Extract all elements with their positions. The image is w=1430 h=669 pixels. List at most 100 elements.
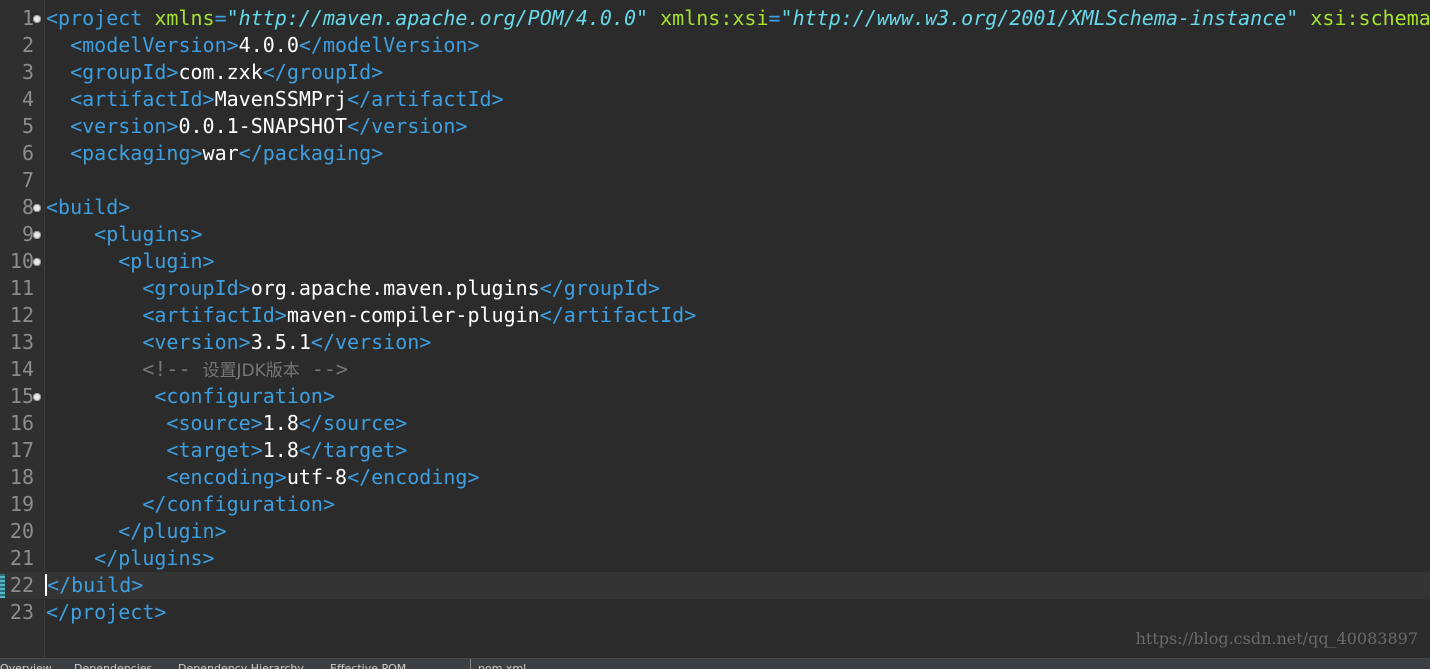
code-line[interactable]: 15 <configuration>: [0, 383, 1430, 410]
line-source: <encoding>utf-8</encoding>: [46, 464, 480, 491]
line-number: 19: [9, 492, 34, 516]
code-line[interactable]: 11 <groupId>org.apache.maven.plugins</gr…: [0, 275, 1430, 302]
line-source: <artifactId>maven-compiler-plugin</artif…: [46, 302, 696, 329]
token-cmt-cjk: 设置JDK版本: [202, 361, 300, 381]
line-number: 17: [9, 438, 34, 462]
token-tag: <modelVersion>: [70, 33, 239, 57]
line-number: 2: [21, 33, 34, 57]
code-line[interactable]: 3 <groupId>com.zxk</groupId>: [0, 59, 1430, 86]
token-tag: </artifactId>: [539, 303, 697, 327]
code-line[interactable]: 10 <plugin>: [0, 248, 1430, 275]
token-tag: <encoding>: [166, 465, 287, 489]
fold-toggle-icon[interactable]: [33, 393, 41, 401]
token-tag: <packaging>: [70, 141, 203, 165]
line-number: 4: [21, 87, 34, 111]
line-number: 7: [21, 168, 34, 192]
code-line[interactable]: 17 <target>1.8</target>: [0, 437, 1430, 464]
code-line[interactable]: 7: [0, 167, 1430, 194]
token-tag: <groupId>: [142, 276, 251, 300]
line-source: <version>3.5.1</version>: [46, 329, 431, 356]
token-tag: <configuration>: [154, 384, 335, 408]
token-tag: </modelVersion>: [298, 33, 480, 57]
code-line[interactable]: 14 <!-- 设置JDK版本 -->: [0, 356, 1430, 383]
line-source: </plugins>: [46, 545, 214, 572]
token-txt: com.zxk: [178, 60, 263, 84]
code-line[interactable]: 8 <build>: [0, 194, 1430, 221]
token-tag: </project>: [46, 600, 167, 624]
code-line[interactable]: 19 </configuration>: [0, 491, 1430, 518]
code-line[interactable]: 13 <version>3.5.1</version>: [0, 329, 1430, 356]
code-editor[interactable]: 1 <project xmlns="http://maven.apache.org…: [0, 0, 1430, 658]
token-tag: =: [768, 6, 781, 30]
line-number: 5: [21, 114, 34, 138]
line-number: 6: [21, 141, 34, 165]
line-number: 1: [21, 6, 34, 30]
token-tag: <plugin>: [118, 249, 215, 273]
line-source: </project>: [46, 599, 166, 626]
fold-toggle-icon[interactable]: [33, 15, 41, 23]
line-number: 15: [9, 384, 34, 408]
watermark: https://blog.csdn.net/qq_40083897: [1135, 629, 1418, 648]
code-line[interactable]: 16 <source>1.8</source>: [0, 410, 1430, 437]
token-val: "http://www.w3.org/2001/XMLSchema-instan…: [780, 6, 1299, 30]
fold-toggle-icon[interactable]: [33, 231, 41, 239]
fold-toggle-icon[interactable]: [33, 258, 41, 266]
token-tag: </source>: [298, 411, 408, 435]
line-number: 3: [21, 60, 34, 84]
editor-bottom-tabs: Overview Dependencies Dependency Hierarc…: [0, 658, 1430, 669]
line-source: <configuration>: [46, 383, 335, 410]
code-line[interactable]: 21 </plugins>: [0, 545, 1430, 572]
line-number: 9: [21, 222, 34, 246]
token-tag: <version>: [70, 114, 179, 138]
code-line[interactable]: 9 <plugins>: [0, 221, 1430, 248]
line-number: 16: [9, 411, 34, 435]
token-attr: xmlns: [154, 6, 215, 30]
line-source: <version>0.0.1-SNAPSHOT</version>: [46, 113, 467, 140]
token-tag: </plugin>: [118, 519, 227, 543]
line-source: <groupId>org.apache.maven.plugins</group…: [46, 275, 660, 302]
line-number: 14: [9, 357, 34, 381]
token-attr: xmlns:xsi: [660, 6, 769, 30]
code-line[interactable]: 18 <encoding>utf-8</encoding>: [0, 464, 1430, 491]
code-line[interactable]: 23 </project>: [0, 599, 1430, 626]
code-line[interactable]: 22 </build>: [0, 572, 1430, 599]
token-tag: <build>: [46, 195, 131, 219]
line-source: <target>1.8</target>: [46, 437, 407, 464]
code-line[interactable]: 5 <version>0.0.1-SNAPSHOT</version>: [0, 113, 1430, 140]
code-line[interactable]: 2 <modelVersion>4.0.0</modelVersion>: [0, 32, 1430, 59]
code-line[interactable]: 20 </plugin>: [0, 518, 1430, 545]
line-source: <build>: [46, 194, 130, 221]
line-source: <plugin>: [46, 248, 215, 275]
code-line[interactable]: 1 <project xmlns="http://maven.apache.org…: [0, 5, 1430, 32]
code-line[interactable]: 6 <packaging>war</packaging>: [0, 140, 1430, 167]
token-attr: xsi:schemaLocation: [1310, 6, 1430, 30]
token-tag: <plugins>: [94, 222, 203, 246]
token-cmt: <!--: [142, 357, 203, 381]
code-line[interactable]: 4 <artifactId>MavenSSMPrj</artifactId>: [0, 86, 1430, 113]
token-tag: </version>: [310, 330, 432, 354]
line-source: <source>1.8</source>: [46, 410, 407, 437]
token-txt: 1.8: [262, 411, 299, 435]
token-tag: </packaging>: [238, 141, 384, 165]
line-source: <artifactId>MavenSSMPrj</artifactId>: [46, 86, 504, 113]
line-number: 11: [9, 276, 34, 300]
token-tag: <project: [46, 6, 155, 30]
token-tag: </configuration>: [142, 492, 335, 516]
line-number: 12: [9, 303, 34, 327]
fold-toggle-icon[interactable]: [33, 204, 41, 212]
line-number: 18: [9, 465, 34, 489]
token-tag: <artifactId>: [142, 303, 287, 327]
line-source: </plugin>: [46, 518, 227, 545]
token-tag: </encoding>: [347, 465, 480, 489]
token-txt: 4.0.0: [238, 33, 299, 57]
token-tag: </target>: [298, 438, 408, 462]
code-line[interactable]: 12 <artifactId>maven-compiler-plugin</ar…: [0, 302, 1430, 329]
line-source: <groupId>com.zxk</groupId>: [46, 59, 383, 86]
